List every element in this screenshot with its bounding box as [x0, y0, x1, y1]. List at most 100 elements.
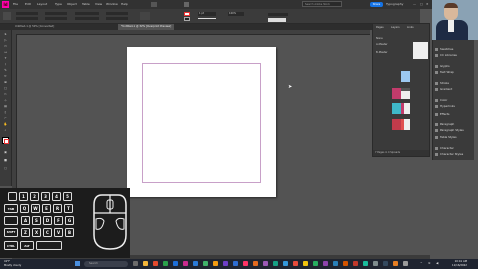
app-icon-13[interactable]: [333, 261, 338, 266]
zoom-tool-icon[interactable]: ⌕: [2, 128, 9, 132]
transform-icons[interactable]: [140, 12, 150, 20]
dock-cc-libraries[interactable]: CC Libraries: [435, 53, 457, 57]
page-thumb[interactable]: [392, 103, 401, 114]
app-icon-3[interactable]: [203, 261, 208, 266]
reference-point-icon[interactable]: [3, 12, 11, 20]
stock-search-input[interactable]: Search Adobe Stock: [302, 1, 342, 7]
app-icon-10[interactable]: [303, 261, 308, 266]
menu-help[interactable]: Help: [121, 2, 128, 6]
pencil-tool-icon[interactable]: ✏: [2, 74, 9, 78]
app-icon-16[interactable]: [363, 261, 368, 266]
page-thumb[interactable]: [401, 103, 410, 114]
page-tool-icon[interactable]: ▭: [2, 44, 9, 48]
x-field[interactable]: [16, 12, 38, 15]
dock-paragraph[interactable]: Paragraph: [435, 122, 454, 126]
app-icon-20[interactable]: [403, 261, 408, 266]
task-view-icon[interactable]: [133, 261, 138, 266]
line-tool-icon[interactable]: /: [2, 62, 9, 66]
note-tool-icon[interactable]: ▯: [2, 110, 9, 114]
taskbar-clock[interactable]: 10:41 AM 11/16/2022: [452, 260, 467, 267]
y-field[interactable]: [16, 17, 38, 20]
dock-stroke[interactable]: Stroke: [435, 81, 449, 85]
dock-swatches[interactable]: Swatches: [435, 47, 453, 51]
formatting-container-icon[interactable]: ▣: [2, 150, 9, 154]
master-b-thumbnail[interactable]: [413, 50, 428, 59]
shear-field[interactable]: [106, 17, 128, 20]
menu-file[interactable]: File: [13, 2, 18, 6]
selection-tool-icon[interactable]: ➤: [2, 32, 9, 36]
page-thumb[interactable]: [392, 88, 401, 99]
app-icon-5[interactable]: [223, 261, 228, 266]
app-icon-7[interactable]: [273, 261, 278, 266]
dock-effects[interactable]: Effects: [435, 112, 450, 116]
window-maximize-icon[interactable]: □: [420, 2, 423, 6]
dock-paragraph-styles[interactable]: Paragraph Styles: [435, 128, 464, 132]
indesign-taskbar-icon[interactable]: [243, 261, 248, 266]
direct-selection-tool-icon[interactable]: ▷: [2, 38, 9, 42]
frame-fitting-field[interactable]: [268, 13, 288, 16]
free-transform-tool-icon[interactable]: ⊹: [2, 98, 9, 102]
edge-icon[interactable]: [173, 261, 178, 266]
dock-hyperlinks[interactable]: Hyperlinks: [435, 104, 455, 108]
app-icon-11[interactable]: [313, 261, 318, 266]
page-spread-2-3[interactable]: [392, 88, 410, 99]
app-icon-17[interactable]: [373, 261, 378, 266]
page-spread-4-5[interactable]: [392, 103, 410, 114]
app-icon-6[interactable]: [263, 261, 268, 266]
rectangle-tool-icon[interactable]: □: [2, 86, 9, 90]
weather-widget[interactable]: 41°F Mostly cloudy: [4, 260, 21, 267]
window-close-icon[interactable]: ✕: [426, 2, 429, 6]
h-field[interactable]: [45, 17, 67, 20]
wifi-icon[interactable]: ≋: [428, 261, 431, 265]
stroke-type-select[interactable]: [198, 18, 216, 19]
dock-glyphs[interactable]: Glyphs: [435, 64, 450, 68]
tab-links[interactable]: Links: [407, 26, 414, 29]
hand-tool-icon[interactable]: ✋: [2, 122, 9, 126]
page-thumb[interactable]: [401, 88, 410, 99]
menu-edit[interactable]: Edit: [25, 2, 31, 6]
app-icon-8[interactable]: [283, 261, 288, 266]
app-icon-12[interactable]: [323, 261, 328, 266]
app-icon-15[interactable]: [353, 261, 358, 266]
scale-y-field[interactable]: [75, 17, 99, 20]
fill-swatch-icon[interactable]: [184, 12, 190, 16]
zoom-icon[interactable]: [184, 2, 189, 7]
stroke-weight-field[interactable]: 1 pt: [198, 12, 216, 16]
page-thumb[interactable]: [401, 119, 410, 130]
master-none[interactable]: None: [376, 37, 383, 40]
bridge-icon[interactable]: [151, 2, 157, 7]
dock-color[interactable]: Color: [435, 98, 447, 102]
tab-pages[interactable]: Pages: [376, 26, 384, 29]
master-b[interactable]: B-Master: [376, 51, 388, 54]
screen-mode-icon[interactable]: ▢: [2, 166, 9, 170]
type-tool-icon[interactable]: T: [2, 56, 9, 60]
eyedropper-tool-icon[interactable]: ⌐: [2, 116, 9, 120]
dock-character[interactable]: Character: [435, 146, 454, 150]
gap-tool-icon[interactable]: ↔: [2, 50, 9, 54]
app-icon-18[interactable]: [383, 261, 388, 266]
menu-table[interactable]: Table: [82, 2, 90, 6]
opacity-field[interactable]: 100%: [228, 12, 244, 16]
menu-view[interactable]: View: [95, 2, 102, 6]
scale-x-field[interactable]: [75, 12, 99, 15]
share-button[interactable]: Share: [370, 2, 383, 7]
object-style-select[interactable]: [268, 18, 286, 22]
dock-character-styles[interactable]: Character Styles: [435, 152, 463, 156]
app-icon-19[interactable]: [393, 261, 398, 266]
dock-text-wrap[interactable]: Text Wrap: [435, 70, 454, 74]
illustrator-icon[interactable]: [253, 261, 258, 266]
apply-color-icon[interactable]: ■: [2, 158, 9, 162]
app-icon-2[interactable]: [193, 261, 198, 266]
stroke-color-icon[interactable]: [4, 139, 9, 144]
tray-chevron-icon[interactable]: ^: [420, 261, 423, 265]
master-a[interactable]: A-Master: [376, 43, 388, 46]
app-icon-14[interactable]: [343, 261, 348, 266]
dock-gradient[interactable]: Gradient: [435, 87, 452, 91]
window-minimize-icon[interactable]: —: [413, 2, 416, 6]
photoshop-icon[interactable]: [233, 261, 238, 266]
page-spread-6-7[interactable]: [392, 119, 410, 130]
pen-tool-icon[interactable]: ✎: [2, 68, 9, 72]
rotate-field[interactable]: [106, 12, 128, 15]
taskbar-search[interactable]: Search: [84, 261, 128, 267]
app-icon-9[interactable]: [293, 261, 298, 266]
